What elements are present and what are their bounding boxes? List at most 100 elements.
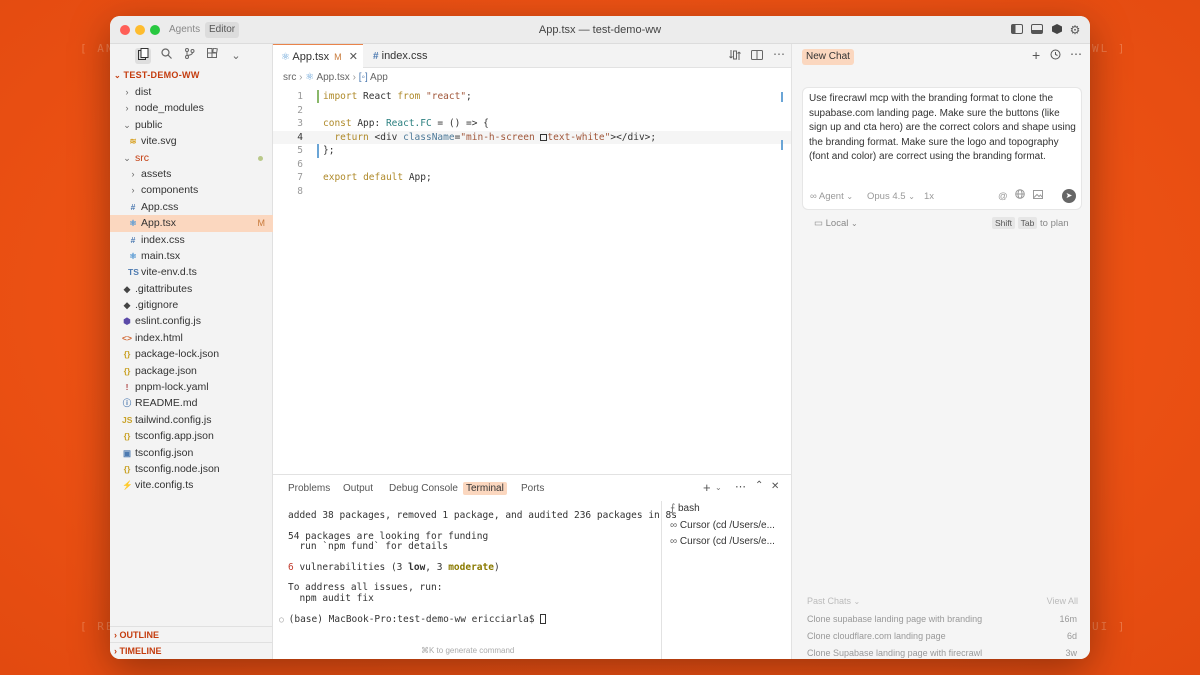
code-editor[interactable]: 1 import React from "react"; 2 3 const App… (273, 90, 791, 198)
mention-icon[interactable]: @ (998, 191, 1008, 202)
minimize-window-button[interactable] (135, 25, 145, 35)
terminal-session-bash[interactable]: ⨍ bash (662, 501, 791, 518)
modified-badge: M (334, 52, 342, 62)
file-item[interactable]: ◆ .gitignore (110, 297, 273, 313)
file-item[interactable]: JS tailwind.config.js (110, 412, 273, 428)
toggle-panel-icon[interactable] (1030, 23, 1044, 37)
more-actions-icon[interactable]: ⋯ (1070, 47, 1082, 61)
tree-item-label: package-lock.json (135, 348, 220, 361)
split-editor-icon[interactable] (751, 49, 765, 63)
infinity-icon: ∞ (670, 519, 680, 531)
folder-item[interactable]: ⌄ src (110, 150, 273, 166)
file-item[interactable]: ⚡ vite.config.ts (110, 477, 273, 493)
panel-tab-problems[interactable]: Problems (285, 482, 333, 495)
more-actions-icon[interactable]: ⋯ (735, 480, 746, 493)
mode-tab-agents[interactable]: Agents (165, 22, 204, 38)
file-item[interactable]: ! pnpm-lock.yaml (110, 379, 273, 395)
file-item[interactable]: {} tsconfig.node.json (110, 461, 273, 477)
tsconfig-file-icon: ▣ (122, 447, 132, 458)
file-item[interactable]: ▣ tsconfig.json (110, 445, 273, 461)
file-item[interactable]: ◆ .gitattributes (110, 281, 273, 297)
source-control-icon[interactable] (181, 48, 197, 64)
breadcrumb-src[interactable]: src (283, 72, 296, 83)
file-item[interactable]: # index.css (110, 232, 273, 248)
file-item[interactable]: TS vite-env.d.ts (110, 264, 273, 280)
view-all-link[interactable]: View All (1047, 596, 1078, 606)
css-file-icon: # (373, 51, 379, 62)
location-select[interactable]: ▭ Local ⌄ (814, 218, 858, 229)
yaml-file-icon: ! (125, 382, 129, 393)
extensions-icon[interactable] (204, 47, 220, 64)
close-window-button[interactable] (120, 25, 130, 35)
compare-changes-icon[interactable] (729, 49, 743, 63)
terminal-line: added 38 packages, removed 1 package, an… (288, 510, 677, 521)
agent-mode-select[interactable]: ∞ Agent ⌄ (810, 191, 853, 202)
close-tab-icon[interactable]: ✕ (349, 51, 358, 63)
panel-tab-terminal[interactable]: Terminal (463, 482, 507, 495)
panel-tab-ports[interactable]: Ports (518, 482, 547, 495)
search-icon[interactable] (158, 48, 174, 64)
past-chats-header[interactable]: Past Chats ⌄ (807, 596, 860, 606)
chat-prompt-text[interactable]: Use firecrawl mcp with the branding form… (809, 92, 1077, 165)
folder-item[interactable]: › node_modules (110, 100, 273, 116)
modified-badge: M (257, 218, 266, 229)
file-item[interactable]: {} tsconfig.app.json (110, 428, 273, 444)
tree-item-label: tsconfig.node.json (135, 462, 220, 475)
file-item[interactable]: ⓘ README.md (110, 395, 273, 411)
chat-prompt-box[interactable]: Use firecrawl mcp with the branding form… (802, 87, 1082, 210)
folder-item[interactable]: › assets (110, 166, 273, 182)
file-item[interactable]: ⚛ main.tsx (110, 248, 273, 264)
cube-icon[interactable] (1050, 23, 1064, 37)
tab-app-tsx[interactable]: ⚛ App.tsx M ✕ (273, 44, 363, 68)
past-chat-item[interactable]: Clone supabase landing page with brandin… (807, 614, 1077, 624)
tab-index-css[interactable]: # index.css (365, 44, 455, 68)
code-line: 3 const App: React.FC = () => { (297, 118, 489, 129)
toggle-sidebar-icon[interactable] (1010, 23, 1024, 37)
send-button[interactable]: ➤ (1062, 189, 1076, 203)
file-item[interactable]: ⚛ App.tsx M (110, 215, 273, 232)
breadcrumb-file[interactable]: App.tsx (316, 72, 349, 83)
terminal-session-cursor[interactable]: ∞ Cursor (cd /Users/e... (662, 534, 791, 551)
past-chat-item[interactable]: Clone Supabase landing page with firecra… (807, 648, 1077, 658)
file-item[interactable]: <> index.html (110, 330, 273, 346)
new-chat-tab[interactable]: New Chat (802, 49, 854, 65)
chevron-right-icon: › (125, 103, 129, 114)
file-item[interactable]: # App.css (110, 199, 273, 215)
multiplier-label[interactable]: 1x (924, 191, 934, 202)
maximize-panel-icon[interactable]: ⌃ (755, 480, 763, 491)
gear-icon[interactable]: ⚙ (1068, 23, 1082, 37)
sidebar-toolbar: ⌄ (110, 44, 272, 68)
panel-tab-output[interactable]: Output (340, 482, 376, 495)
mode-tab-editor[interactable]: Editor (205, 22, 240, 38)
zoom-window-button[interactable] (150, 25, 160, 35)
project-title[interactable]: ⌄ TEST-DEMO-WW (114, 70, 200, 80)
tree-item-label: README.md (135, 397, 198, 410)
file-item[interactable]: {} package-lock.json (110, 346, 273, 362)
terminal-output[interactable]: added 38 packages, removed 1 package, an… (279, 510, 677, 624)
past-chat-item[interactable]: Clone cloudflare.com landing page 6d (807, 631, 1077, 641)
chevron-down-icon[interactable]: ⌄ (715, 483, 722, 492)
file-item[interactable]: ≋ vite.svg (110, 133, 273, 149)
file-item[interactable]: ⬢ eslint.config.js (110, 313, 273, 329)
terminal-session-cursor[interactable]: ∞ Cursor (cd /Users/e... (662, 518, 791, 535)
breadcrumb-symbol[interactable]: App (370, 72, 388, 83)
folder-item[interactable]: ⌄ public (110, 117, 273, 133)
chevron-down-icon[interactable]: ⌄ (228, 48, 244, 64)
outline-section[interactable]: › OUTLINE (110, 626, 273, 642)
globe-icon[interactable] (1015, 189, 1025, 202)
folder-item[interactable]: › components (110, 182, 273, 198)
image-icon[interactable] (1033, 190, 1043, 202)
new-terminal-icon[interactable]: + (703, 480, 711, 495)
close-panel-icon[interactable]: ✕ (771, 481, 779, 492)
chat-panel: New Chat + ⋯ Use firecrawl mcp with the … (791, 44, 1090, 659)
terminal-prompt[interactable]: ○ (base) MacBook-Pro:test-demo-ww ericci… (279, 614, 677, 625)
add-chat-icon[interactable]: + (1032, 47, 1040, 63)
model-select[interactable]: Opus 4.5 ⌄ (867, 191, 915, 202)
history-icon[interactable] (1050, 49, 1061, 63)
timeline-section[interactable]: › TIMELINE (110, 642, 273, 658)
files-icon[interactable] (135, 48, 151, 64)
panel-tab-debug-console[interactable]: Debug Console (386, 482, 461, 495)
more-actions-icon[interactable]: ⋯ (773, 47, 785, 61)
file-item[interactable]: {} package.json (110, 363, 273, 379)
folder-item[interactable]: › dist (110, 84, 273, 100)
